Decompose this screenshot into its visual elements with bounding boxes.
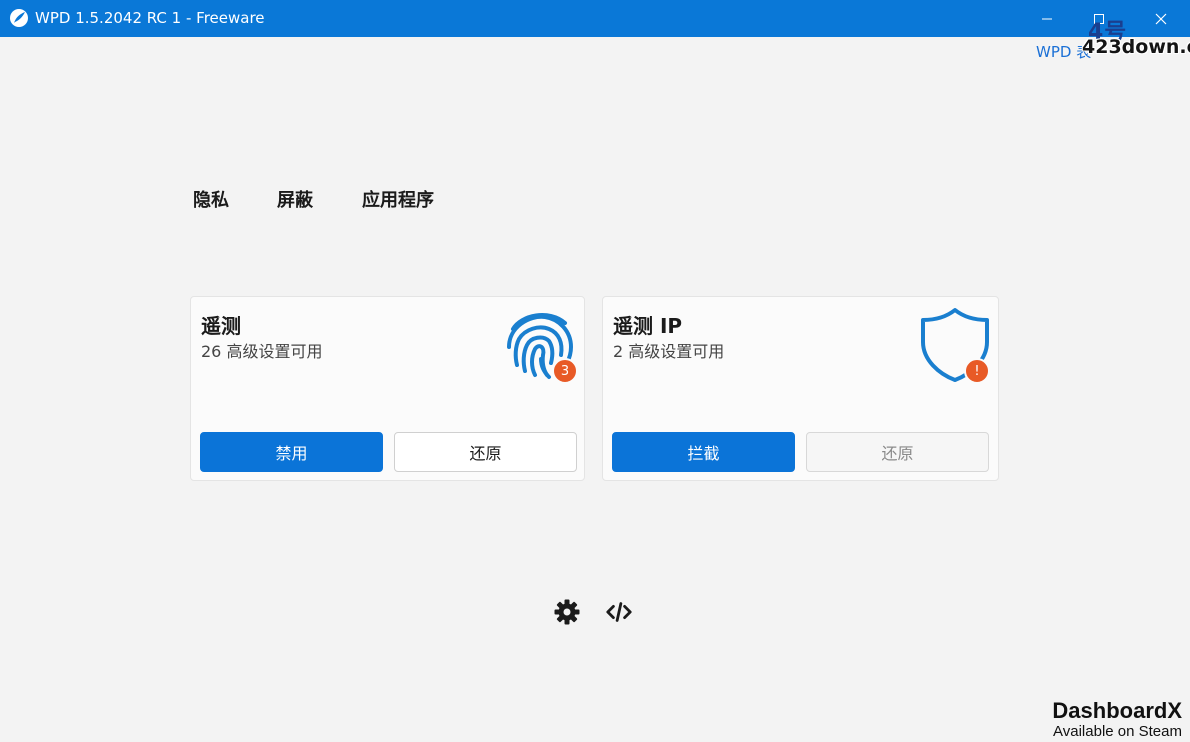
telemetry-ip-card: 遥测 IP 2 高级设置可用 ! 拦截 还原 [602,296,999,481]
tab-apps[interactable]: 应用程序 [362,186,434,212]
watermark-domain: 423down.com [1082,36,1190,58]
card-title: 遥测 IP [613,314,683,338]
warning-badge: ! [964,358,990,384]
card-subtitle: 26 高级设置可用 [201,342,323,361]
minimize-button[interactable] [1024,0,1070,37]
notification-badge: 3 [552,358,578,384]
card-subtitle: 2 高级设置可用 [613,342,725,361]
restore-button-disabled: 还原 [806,432,989,472]
disable-button[interactable]: 禁用 [200,432,383,472]
tab-privacy[interactable]: 隐私 [193,186,229,212]
tab-block[interactable]: 屏蔽 [277,186,313,212]
code-icon[interactable] [605,598,633,626]
promo-subtitle: Available on Steam [1053,723,1182,740]
app-feather-icon [10,9,28,27]
block-button[interactable]: 拦截 [612,432,795,472]
card-title: 遥测 [201,314,241,338]
restore-button[interactable]: 还原 [394,432,577,472]
promo-title: DashboardX [1052,698,1182,723]
dashboardx-promo[interactable]: DashboardX Available on Steam [1052,698,1182,740]
minimize-icon [1042,18,1052,19]
telemetry-card: 遥测 26 高级设置可用 3 禁用 还原 [190,296,585,481]
window-title: WPD 1.5.2042 RC 1 - Freeware [35,9,265,27]
gear-icon[interactable] [553,598,581,626]
title-bar: WPD 1.5.2042 RC 1 - Freeware [0,0,1190,37]
site-watermark: 4号 423down.com [1082,16,1190,62]
